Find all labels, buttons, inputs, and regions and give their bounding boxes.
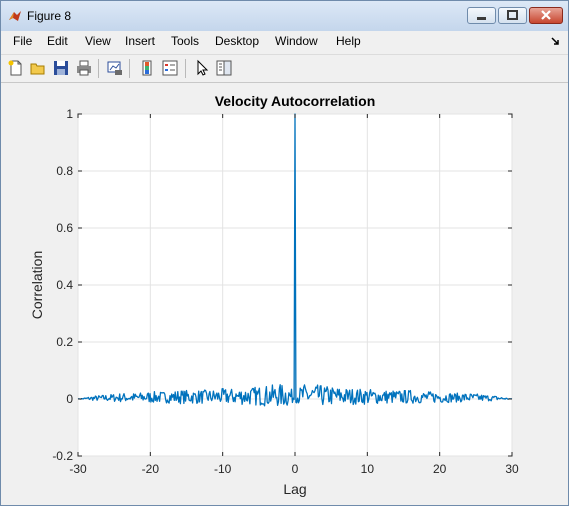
x-tick-label: 0 [292,462,299,476]
y-tick-label: 0 [66,392,73,406]
maximize-icon [507,10,518,20]
menu-insert[interactable]: Insert [125,34,155,48]
close-button[interactable] [529,7,563,24]
x-axis-label: Lag [283,481,306,497]
figure-window: Figure 8 File Edit View Insert Tools Des… [0,0,569,506]
chart-title: Velocity Autocorrelation [215,93,376,109]
y-tick-label: -0.2 [52,449,73,463]
x-tick-label: -30 [69,462,87,476]
toolbar [1,54,568,83]
minimize-icon [477,17,486,20]
x-tick-label: 20 [433,462,447,476]
insert-legend-icon[interactable] [161,59,179,77]
y-tick-label: 0.2 [56,335,73,349]
menu-desktop[interactable]: Desktop [215,34,259,48]
figure-canvas: -30 -20 -10 0 10 20 30 -0.2 0 0.2 0.4 0.6 0.8 1 Veloc… [2,83,567,504]
close-icon [541,10,551,20]
toolbar-separator [185,59,186,78]
minimize-button[interactable] [467,7,496,24]
y-axis-label: Correlation [29,251,45,319]
x-tick-label: 30 [505,462,519,476]
open-file-icon[interactable] [29,59,47,77]
autocorrelation-chart: -30 -20 -10 0 10 20 30 -0.2 0 0.2 0.4 0.6 0.8 1 Veloc… [29,93,519,497]
toolbar-separator [129,59,130,78]
x-tick-label: 10 [361,462,375,476]
maximize-button[interactable] [498,7,527,24]
menu-help[interactable]: Help [336,34,361,48]
x-tick-label: -20 [142,462,160,476]
edit-plot-icon[interactable] [193,59,211,77]
y-tick-label: 0.8 [56,164,73,178]
save-icon[interactable] [52,59,70,77]
title-bar[interactable]: Figure 8 [1,1,568,31]
y-tick-label: 1 [66,107,73,121]
menu-window[interactable]: Window [275,34,318,48]
menu-tools[interactable]: Tools [171,34,199,48]
new-figure-icon[interactable] [7,59,25,77]
y-tick-label: 0.4 [56,278,73,292]
x-tick-label: -10 [214,462,232,476]
matlab-logo-icon [9,11,21,21]
dock-arrow-icon[interactable] [551,37,561,47]
menu-view[interactable]: View [85,34,111,48]
property-inspector-icon[interactable] [215,59,233,77]
menu-file[interactable]: File [13,34,32,48]
toolbar-separator [98,59,99,78]
link-plot-icon[interactable] [106,59,124,77]
insert-colorbar-icon[interactable] [138,59,156,77]
window-title: Figure 8 [27,9,72,23]
y-tick-label: 0.6 [56,221,73,235]
print-icon[interactable] [75,59,93,77]
menu-bar: File Edit View Insert Tools Desktop Wind… [1,31,568,53]
menu-edit[interactable]: Edit [47,34,68,48]
